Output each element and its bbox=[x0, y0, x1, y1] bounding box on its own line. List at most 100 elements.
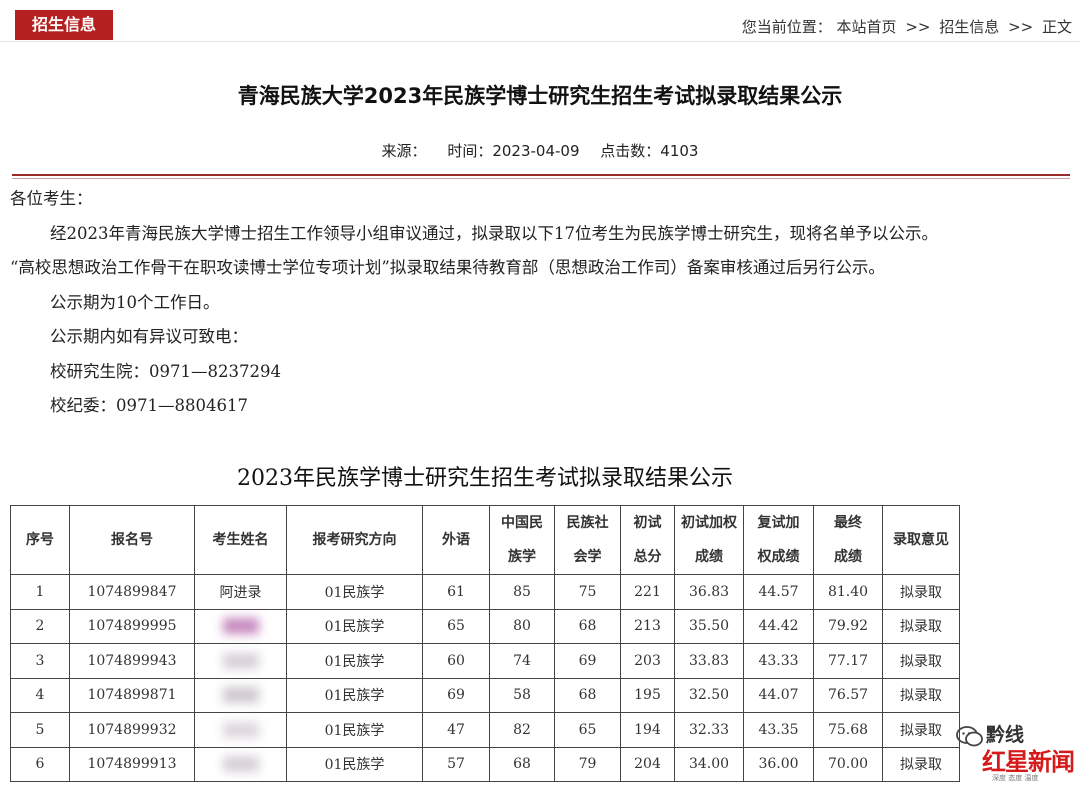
salutation: 各位考生： bbox=[10, 189, 93, 208]
table-header-cell: 民族社 会学 bbox=[554, 505, 621, 575]
table-cell: 65 bbox=[554, 712, 621, 748]
table-header-cell: 录取意见 bbox=[882, 505, 960, 575]
breadcrumb-home-link[interactable]: 本站首页 bbox=[837, 18, 897, 36]
table-cell: 拟录取 bbox=[882, 677, 960, 713]
header-text: 族学 bbox=[508, 549, 536, 565]
table-cell: 75 bbox=[554, 574, 621, 610]
table-cell: 01民族学 bbox=[286, 574, 423, 610]
header-text: 成绩 bbox=[834, 549, 862, 565]
header-text: 民族社 bbox=[566, 515, 609, 531]
table-cell: 44.07 bbox=[743, 677, 814, 713]
table-row: 4 1074899871 01民族学 69 58 68 195 32.50 44.07 76.57… bbox=[10, 677, 960, 713]
table-cell: 76.57 bbox=[813, 677, 883, 713]
header-text: 报考研究方向 bbox=[312, 532, 397, 548]
breadcrumb-separator: >> bbox=[905, 18, 931, 36]
table-cell: 221 bbox=[620, 574, 675, 610]
redacted-name bbox=[222, 652, 259, 669]
table-cell: 拟录取 bbox=[882, 608, 960, 644]
table-cell: 85 bbox=[489, 574, 555, 610]
table-cell: 82 bbox=[489, 712, 555, 748]
header-text: 最终 bbox=[834, 515, 862, 531]
table-cell: 01民族学 bbox=[286, 712, 423, 748]
table-header-cell: 初试 总分 bbox=[620, 505, 675, 575]
header-text: 总分 bbox=[633, 549, 662, 565]
table-cell: 01民族学 bbox=[286, 677, 423, 713]
table-cell: 32.33 bbox=[674, 712, 744, 748]
breadcrumb-prefix: 您当前位置： bbox=[741, 18, 832, 36]
meta-source: 来源： bbox=[381, 142, 427, 160]
watermark-tagline: 深度 态度 温度 bbox=[992, 774, 1039, 782]
redacted-name bbox=[222, 687, 259, 704]
header-text: 考生姓名 bbox=[212, 532, 269, 548]
header-text: 成绩 bbox=[695, 549, 723, 565]
table-cell: 79.92 bbox=[813, 608, 883, 644]
top-bar: 招生信息 您当前位置： 本站首页 >> 招生信息 >> 正文 bbox=[0, 0, 1080, 46]
breadcrumb: 您当前位置： 本站首页 >> 招生信息 >> 正文 bbox=[742, 16, 1072, 37]
table-cell: 194 bbox=[620, 712, 675, 748]
table-cell: 36.83 bbox=[674, 574, 744, 610]
table-cell: 61 bbox=[422, 574, 490, 610]
table-cell: 1 bbox=[10, 574, 70, 610]
table-cell: 68 bbox=[554, 608, 621, 644]
meta-time: 时间：2023-04-09 bbox=[447, 142, 580, 160]
table-cell: 5 bbox=[10, 712, 70, 748]
body-paragraph: “高校思想政治工作骨干在职攻读博士学位专项计划”拟录取结果待教育部（思想政治工作… bbox=[10, 258, 885, 277]
table-cell: 3 bbox=[10, 643, 70, 679]
table-row: 1 1074899847 阿进录 01民族学 61 85 75 221 36.83 44.57 81… bbox=[10, 574, 960, 610]
breadcrumb-section-link[interactable]: 招生信息 bbox=[939, 18, 999, 36]
table-cell: 43.33 bbox=[743, 643, 814, 679]
table-cell: 69 bbox=[554, 643, 621, 679]
table-header-cell: 序号 bbox=[10, 505, 70, 575]
meta-clicks: 点击数：4103 bbox=[600, 142, 699, 160]
table-cell: 43.35 bbox=[743, 712, 814, 748]
table-cell: 80 bbox=[489, 608, 555, 644]
table-header-cell: 考生姓名 bbox=[194, 505, 287, 575]
body-paragraph: 经2023年青海民族大学博士招生工作领导小组审议通过，拟录取以下17位考生为民族… bbox=[50, 223, 938, 243]
table-cell: 32.50 bbox=[674, 677, 744, 713]
header-text: 复试加 bbox=[757, 515, 800, 531]
table-cell: 4 bbox=[10, 677, 70, 713]
table-cell: 拟录取 bbox=[882, 574, 960, 610]
header-text: 录取意见 bbox=[893, 532, 949, 548]
table-cell: 拟录取 bbox=[882, 746, 960, 782]
table-cell bbox=[194, 643, 287, 679]
table-cell: 01民族学 bbox=[286, 643, 423, 679]
table-cell: 1074899943 bbox=[69, 643, 195, 679]
table-header-cell: 外语 bbox=[422, 505, 490, 575]
table-cell: 1074899995 bbox=[69, 608, 195, 644]
table-cell: 1074899871 bbox=[69, 677, 195, 713]
table-cell bbox=[194, 677, 287, 713]
header-text: 初试 bbox=[633, 515, 662, 531]
table-cell: 58 bbox=[489, 677, 555, 713]
table-cell: 69 bbox=[422, 677, 490, 713]
table-cell: 6 bbox=[10, 746, 70, 782]
header-text: 外语 bbox=[442, 532, 470, 548]
header-text: 初试加权 bbox=[681, 515, 737, 531]
table-cell: 35.50 bbox=[674, 608, 744, 644]
table-row: 3 1074899943 01民族学 60 74 69 203 33.83 43.33 77.17… bbox=[10, 643, 960, 679]
table-cell: 203 bbox=[620, 643, 675, 679]
table-cell: 57 bbox=[422, 746, 490, 782]
table-cell: 01民族学 bbox=[286, 746, 423, 782]
breadcrumb-current: 正文 bbox=[1041, 18, 1072, 36]
table-header-cell: 中国民 族学 bbox=[489, 505, 555, 575]
watermark-brand-logo: 红星新闻 bbox=[982, 748, 1075, 776]
table-header-cell: 报考研究方向 bbox=[286, 505, 423, 575]
table-cell: 拟录取 bbox=[882, 643, 960, 679]
header-text: 序号 bbox=[26, 532, 54, 548]
section-tab[interactable]: 招生信息 bbox=[15, 10, 113, 40]
table-header-cell: 复试加 权成绩 bbox=[743, 505, 814, 575]
title-divider-thin bbox=[12, 178, 1070, 179]
body-paragraph: 公示期内如有异议可致电： bbox=[50, 327, 248, 346]
table-cell: 68 bbox=[554, 677, 621, 713]
table-cell: 1074899932 bbox=[69, 712, 195, 748]
table-header-cell: 报名号 bbox=[69, 505, 195, 575]
redacted-name bbox=[222, 721, 259, 738]
table-header-cell: 最终 成绩 bbox=[813, 505, 883, 575]
table-cell: 75.68 bbox=[813, 712, 883, 748]
table-row: 6 1074899913 01民族学 57 68 79 204 34.00 36.00 70.00… bbox=[10, 746, 960, 782]
table-row: 2 1074899995 01民族学 65 80 68 213 35.50 44.42 79.92… bbox=[10, 608, 960, 644]
table-cell: 1074899913 bbox=[69, 746, 195, 782]
redacted-name bbox=[222, 756, 259, 773]
table-cell: 47 bbox=[422, 712, 490, 748]
